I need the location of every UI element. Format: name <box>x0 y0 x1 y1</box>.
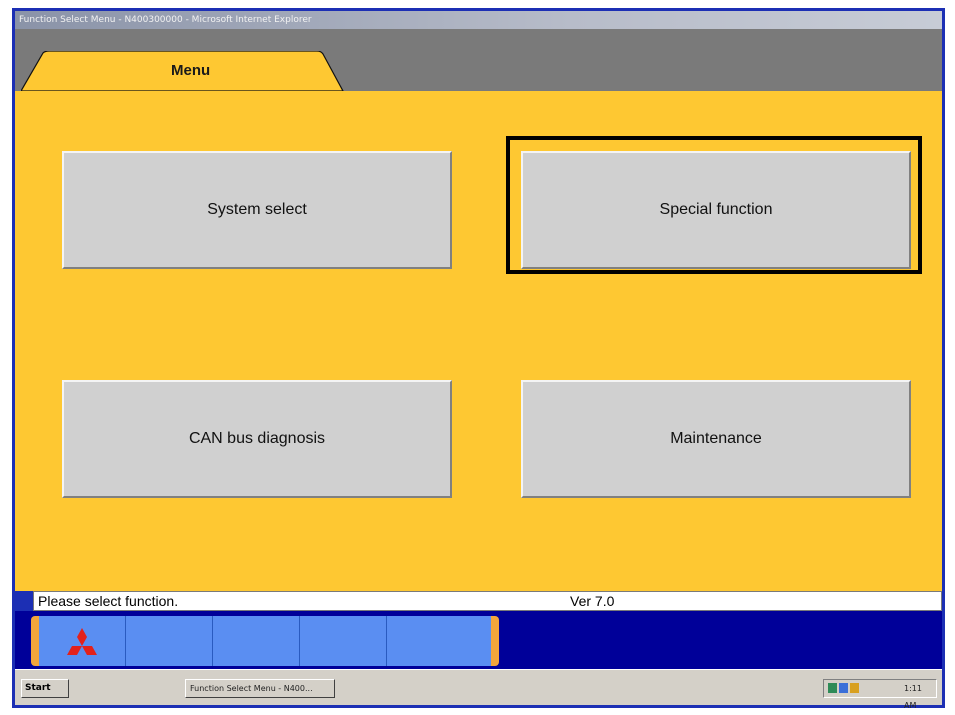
special-function-button[interactable]: Special function <box>521 151 911 269</box>
can-bus-diagnosis-button[interactable]: CAN bus diagnosis <box>62 380 452 498</box>
status-bar: Please select function. Ver 7.0 <box>33 591 942 611</box>
tab-menu[interactable]: Menu <box>21 51 351 91</box>
toolbar-home-button[interactable] <box>39 616 126 666</box>
system-select-label: System select <box>207 201 307 218</box>
taskbar-window-label: Function Select Menu - N400... <box>190 684 313 693</box>
tab-bar: Menu <box>15 29 942 91</box>
network-icon[interactable] <box>828 683 837 693</box>
mitsubishi-logo-icon <box>67 628 97 655</box>
toolbar-button-2[interactable] <box>126 616 213 666</box>
system-select-button[interactable]: System select <box>62 151 452 269</box>
menu-panel: System select Special function CAN bus d… <box>15 91 942 591</box>
tray-icons <box>828 683 859 693</box>
clock: 1:11 AM <box>904 684 922 710</box>
toolbar-button-5[interactable] <box>387 616 474 666</box>
can-bus-diagnosis-label: CAN bus diagnosis <box>188 430 326 447</box>
start-button[interactable]: Start <box>21 679 69 698</box>
system-tray: 1:11 AM <box>823 679 937 710</box>
status-message: Please select function. <box>38 593 179 609</box>
special-function-label: Special function <box>659 201 773 218</box>
app-window: Function Select Menu - N400300000 - Micr… <box>12 8 945 710</box>
toolbar-button-3[interactable] <box>213 616 300 666</box>
tab-menu-label: Menu <box>171 62 211 79</box>
window-title: Function Select Menu - N400300000 - Micr… <box>15 11 942 29</box>
volume-icon[interactable] <box>839 683 848 693</box>
function-toolbar <box>31 616 499 666</box>
settings-icon[interactable] <box>850 683 859 693</box>
windows-taskbar: Start Function Select Menu - N400... 1:1… <box>15 669 942 710</box>
maintenance-button[interactable]: Maintenance <box>521 380 911 498</box>
taskbar-window-item[interactable]: Function Select Menu - N400... <box>185 679 335 698</box>
toolbar-button-4[interactable] <box>300 616 387 666</box>
maintenance-label: Maintenance <box>670 430 762 447</box>
version-label: Ver 7.0 <box>570 593 615 609</box>
start-label: Start <box>25 683 51 693</box>
